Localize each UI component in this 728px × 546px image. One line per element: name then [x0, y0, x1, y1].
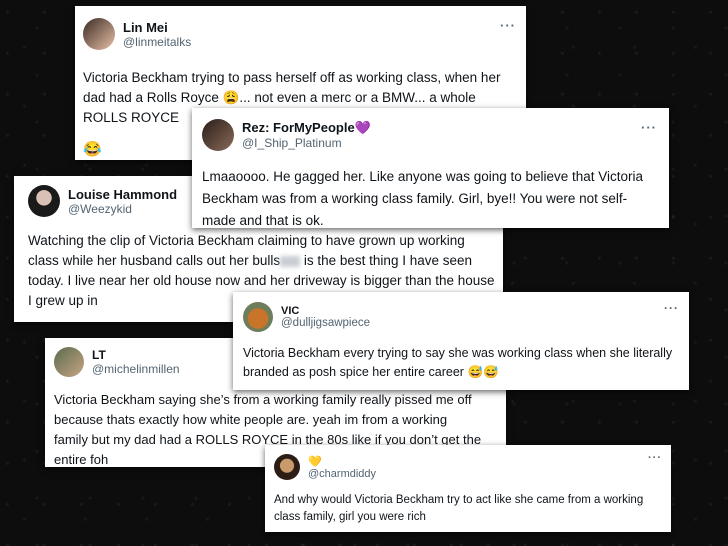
tweet-text: And why would Victoria Beckham try to ac… — [274, 494, 644, 523]
more-options-icon[interactable]: ··· — [648, 452, 662, 464]
display-name[interactable]: VIC — [281, 305, 370, 317]
tweet-card-charmdiddy[interactable]: 💛 @charmdiddy ··· And why would Victoria… — [265, 445, 671, 532]
display-name[interactable]: Louise Hammond — [68, 187, 177, 202]
tweet-card-rez[interactable]: Rez: ForMyPeople💜 @I_Ship_Platinum ··· L… — [192, 108, 669, 228]
avatar[interactable] — [243, 302, 273, 332]
avatar[interactable] — [54, 347, 84, 377]
purple-heart-icon: 💜 — [354, 120, 371, 135]
user-handle[interactable]: @michelinmillen — [92, 362, 180, 376]
user-handle[interactable]: @linmeitalks — [123, 35, 191, 49]
tweet-text: Lmaaoooo. He gagged her. Like anyone was… — [202, 169, 644, 228]
censored-word — [280, 255, 301, 267]
user-handle[interactable]: @I_Ship_Platinum — [242, 136, 371, 150]
tweet-card-vic[interactable]: VIC @dulljigsawpiece ··· Victoria Beckha… — [233, 292, 689, 390]
display-name[interactable]: Lin Mei — [123, 20, 191, 35]
display-name[interactable]: Rez: ForMyPeople — [242, 120, 355, 135]
avatar[interactable] — [83, 18, 115, 50]
user-handle[interactable]: @charmdiddy — [308, 468, 376, 480]
more-options-icon[interactable]: ··· — [500, 18, 516, 33]
user-handle[interactable]: @Weezykid — [68, 202, 177, 216]
avatar[interactable] — [202, 119, 234, 151]
avatar[interactable] — [28, 185, 60, 217]
more-options-icon[interactable]: ··· — [641, 120, 657, 135]
display-name[interactable]: LT — [92, 348, 180, 362]
user-handle[interactable]: @dulljigsawpiece — [281, 317, 370, 329]
avatar[interactable] — [274, 454, 300, 480]
yellow-heart-icon[interactable]: 💛 — [308, 455, 376, 468]
more-options-icon[interactable]: ··· — [664, 301, 679, 315]
tweet-text: Victoria Beckham every trying to say she… — [243, 346, 673, 379]
